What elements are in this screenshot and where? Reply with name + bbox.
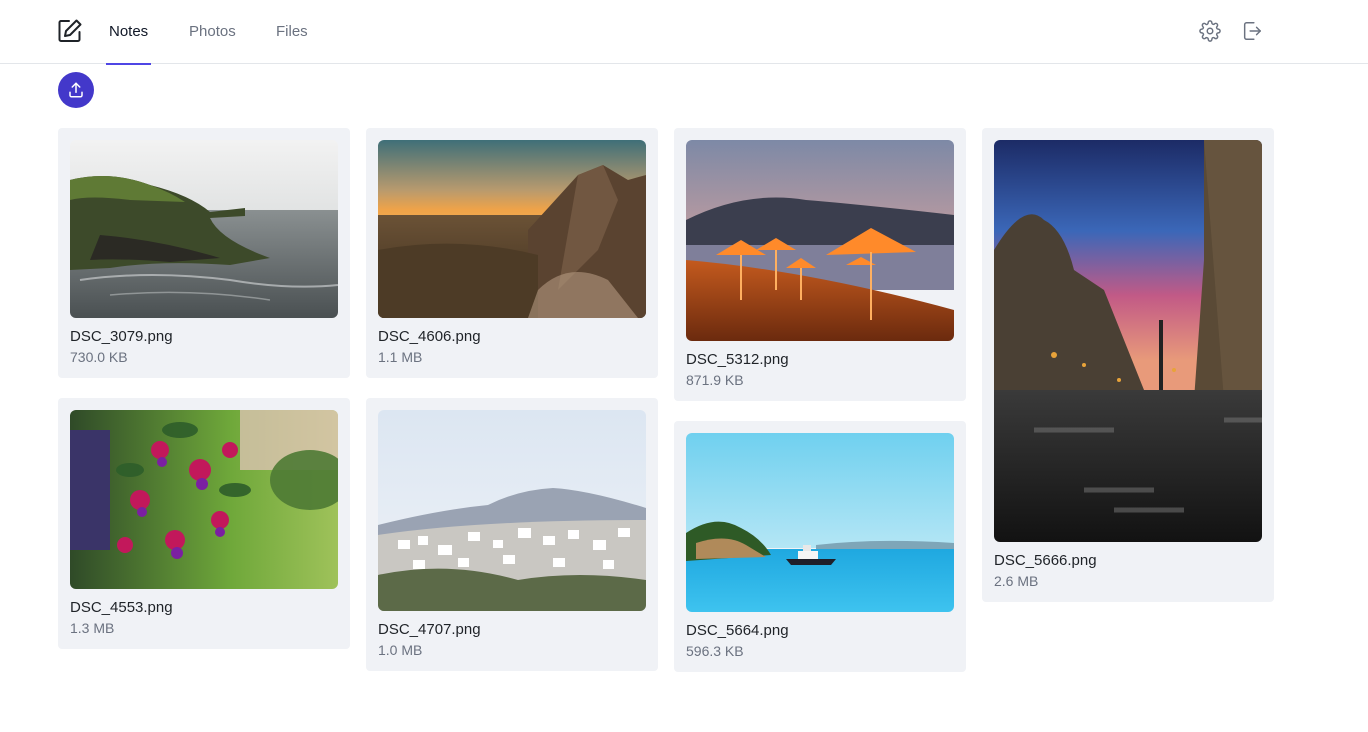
photo-card[interactable]: DSC_5312.png 871.9 KB [674,128,966,401]
photo-name: DSC_4606.png [378,328,481,345]
photo-name: DSC_5664.png [686,622,789,639]
photo-size: 1.0 MB [378,642,423,658]
photo-thumbnail [994,140,1262,542]
tab-notes[interactable]: Notes [105,0,152,65]
photo-thumbnail [70,410,338,589]
photo-card[interactable]: DSC_5664.png 596.3 KB [674,421,966,672]
photo-thumbnail [686,433,954,612]
photo-thumbnail [70,140,338,318]
tab-photos[interactable]: Photos [189,0,236,64]
photo-card[interactable]: DSC_4606.png 1.1 MB [366,128,658,378]
photo-card[interactable]: DSC_3079.png 730.0 KB [58,128,350,378]
photo-name: DSC_4707.png [378,621,481,638]
photo-size: 2.6 MB [994,573,1039,589]
photo-name: DSC_4553.png [70,599,173,616]
edit-note-icon[interactable] [57,18,83,44]
photo-size: 871.9 KB [686,372,744,388]
top-navbar: Notes Photos Files [0,0,1368,65]
gear-icon[interactable] [1199,20,1221,42]
tab-files[interactable]: Files [276,0,308,64]
photo-card[interactable]: DSC_5666.png 2.6 MB [982,128,1274,602]
photo-name: DSC_3079.png [70,328,173,345]
photo-thumbnail [686,140,954,341]
photo-thumbnail [378,410,646,611]
photo-card[interactable]: DSC_4707.png 1.0 MB [366,398,658,671]
logout-icon[interactable] [1241,20,1263,42]
photo-name: DSC_5312.png [686,351,789,368]
photo-card[interactable]: DSC_4553.png 1.3 MB [58,398,350,649]
photo-thumbnail [378,140,646,318]
photo-size: 1.3 MB [70,620,115,636]
photo-size: 730.0 KB [70,349,128,365]
photo-size: 1.1 MB [378,349,423,365]
photo-size: 596.3 KB [686,643,744,659]
upload-icon [69,82,83,98]
upload-button[interactable] [58,72,94,108]
photo-name: DSC_5666.png [994,552,1097,569]
